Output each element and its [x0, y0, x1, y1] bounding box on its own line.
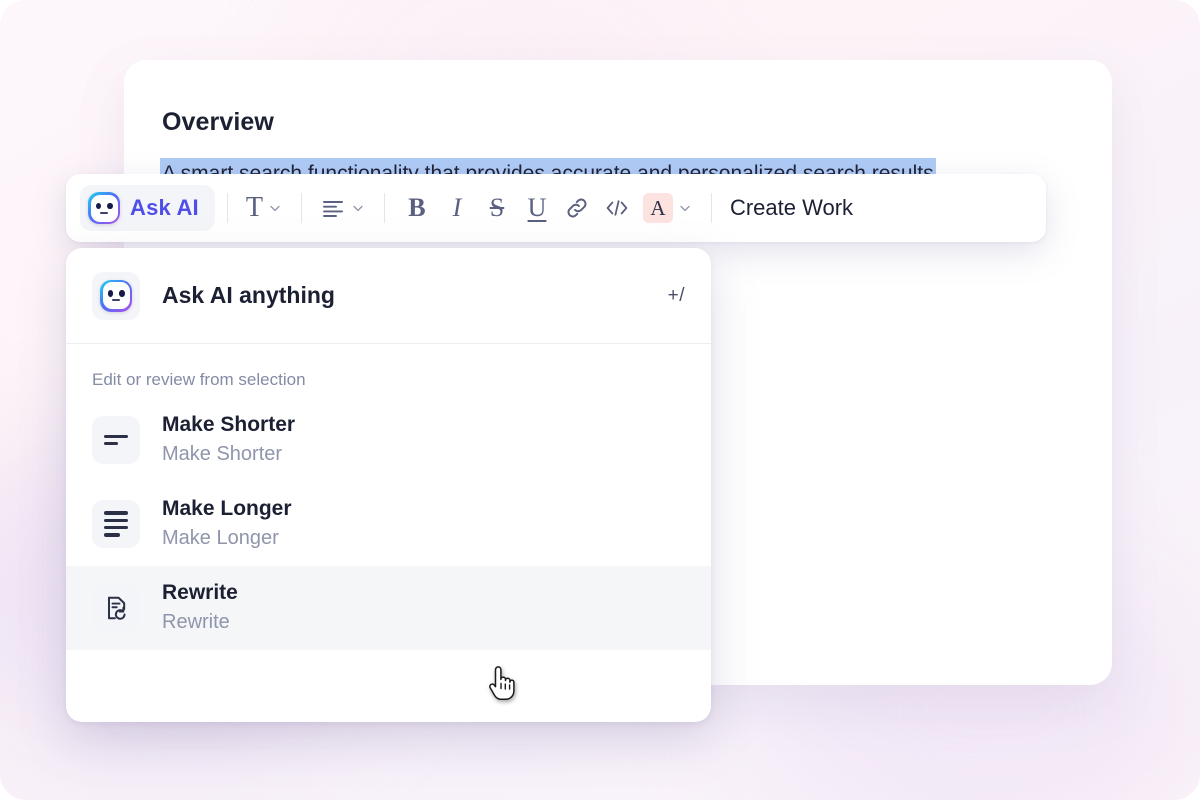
- underline-icon: U: [527, 193, 547, 222]
- bold-button[interactable]: B: [397, 186, 437, 230]
- ask-ai-anything-label: Ask AI anything: [162, 282, 335, 308]
- menu-item-make-longer[interactable]: Make Longer Make Longer: [66, 482, 711, 566]
- underline-button[interactable]: U: [517, 186, 557, 230]
- italic-icon: I: [452, 193, 462, 222]
- menu-item-rewrite[interactable]: Rewrite Rewrite: [66, 566, 711, 650]
- menu-item-make-shorter[interactable]: Make Shorter Make Shorter: [66, 398, 711, 482]
- ask-ai-anything-item[interactable]: Ask AI anything +/: [66, 248, 711, 344]
- menu-item-title: Make Shorter: [162, 413, 296, 436]
- link-button[interactable]: [557, 186, 597, 230]
- make-longer-icon: [92, 500, 140, 548]
- bold-icon: B: [408, 193, 426, 222]
- chevron-down-icon: [353, 205, 363, 212]
- text-style-button[interactable]: T: [240, 186, 289, 230]
- ask-ai-anything-shortcut: +/: [667, 284, 685, 306]
- formatting-toolbar: Ask AI T B I S U A Create Work: [66, 174, 1046, 242]
- strikethrough-icon: S: [489, 193, 505, 222]
- menu-item-subtitle: Make Shorter: [162, 443, 283, 465]
- toolbar-divider: [383, 193, 385, 223]
- menu-item-title: Make Longer: [162, 497, 292, 520]
- toolbar-divider: [710, 193, 712, 223]
- make-shorter-icon: [92, 416, 140, 464]
- ask-ai-label: Ask AI: [130, 195, 199, 220]
- text-align-button[interactable]: [314, 186, 372, 230]
- ask-ai-menu-panel: Ask AI anything +/ Edit or review from s…: [66, 248, 711, 722]
- toolbar-divider: [226, 193, 228, 223]
- strikethrough-button[interactable]: S: [477, 186, 517, 230]
- text-color-button[interactable]: A: [637, 186, 699, 230]
- menu-item-subtitle: Make Longer: [162, 527, 279, 549]
- text-style-T-icon: T: [245, 192, 263, 223]
- chevron-down-icon: [680, 205, 690, 212]
- code-brackets-icon: [606, 200, 628, 216]
- chevron-down-icon: [270, 205, 280, 212]
- ai-bot-icon: [92, 271, 140, 320]
- app-stage: Overview A smart search functionality th…: [0, 0, 1200, 800]
- ai-bot-icon: [88, 192, 120, 224]
- menu-item-subtitle: Rewrite: [162, 611, 230, 633]
- toolbar-divider: [300, 193, 302, 223]
- italic-button[interactable]: I: [437, 186, 477, 230]
- menu-item-title: Rewrite: [162, 581, 238, 604]
- create-work-button[interactable]: Create Work: [724, 195, 859, 221]
- ask-ai-button[interactable]: Ask AI: [80, 185, 215, 231]
- text-align-left-icon: [323, 201, 343, 217]
- rewrite-document-icon: [92, 584, 140, 632]
- page-title: Overview: [162, 108, 274, 136]
- menu-section-label: Edit or review from selection: [92, 370, 306, 389]
- code-button[interactable]: [597, 186, 637, 230]
- link-icon: [567, 198, 587, 218]
- text-color-swatch: A: [642, 193, 673, 223]
